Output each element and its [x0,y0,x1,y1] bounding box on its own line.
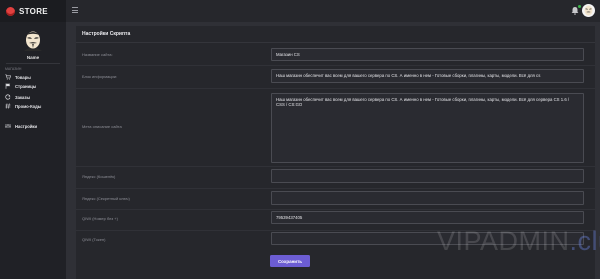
watermark-text: VIPADMIN [437,226,570,256]
watermark-domain: .club [569,226,600,256]
sidebar-item-label: Страницы [15,83,37,89]
top-user-avatar[interactable] [582,4,595,17]
field-label: Блок информации: [82,74,118,79]
notification-badge [578,5,581,8]
sidebar-section-label: МАГАЗИН [5,67,22,71]
sidebar-item-pages[interactable]: Страницы [5,82,36,90]
yandex-wallet-input[interactable] [271,169,584,183]
brand-name: STORE [19,6,48,16]
field-label: Яндекс (Кошелёк) [82,174,116,179]
site-name-input[interactable]: Магазин CS [271,48,584,61]
tag-icon [5,103,11,109]
save-button[interactable]: Сохранить [270,255,310,267]
sidebar-item-label: Настройки [15,123,38,129]
brand[interactable]: STORE [0,0,66,22]
sidebar-item-promo-codes[interactable]: Промо-Коды [5,102,41,110]
sidebar-item-settings[interactable]: Настройки [5,122,37,130]
settings-icon [5,123,11,129]
user-name: Name [26,55,40,60]
hamburger-icon[interactable] [72,7,78,13]
form-row-yandex-wallet: Яндекс (Кошелёк) [76,167,595,189]
sidebar-divider [6,63,60,64]
field-label: Мета описание сайта [82,124,122,129]
sidebar: STORE Name МАГАЗИН Товары Страницы Заказ… [0,0,66,279]
cart-icon [5,74,11,80]
field-label: Название сайта: [82,52,113,57]
sidebar-item-label: Заказы [15,94,31,100]
refresh-icon [5,94,11,100]
user-avatar[interactable] [22,30,44,52]
yandex-secret-key-input[interactable] [271,191,584,205]
sidebar-item-products[interactable]: Товары [5,73,31,81]
field-label: QIWI (Номер без +) [82,216,118,221]
form-row-yandex-secret: Яндекс (Секретный ключ) [76,189,595,210]
topbar [66,0,600,22]
sidebar-item-label: Промо-Коды [15,103,42,109]
meta-description-textarea[interactable]: Наш магазин обеспечит вас всем для вашег… [271,93,584,163]
form-row-site-name: Название сайта: Магазин CS [76,43,595,66]
flag-icon [5,83,11,89]
panel-title: Настройки Скрипта [82,31,131,37]
sidebar-item-label: Товары [15,74,31,80]
field-label: Яндекс (Секретный ключ) [82,196,130,201]
field-label: QIWI (Токен) [82,237,106,242]
form-row-meta-description: Мета описание сайта Наш магазин обеспечи… [76,89,595,167]
info-block-input[interactable]: Наш магазин обеспечит вас всем для вашег… [271,69,584,83]
form-row-info-block: Блок информации: Наш магазин обеспечит в… [76,66,595,89]
brand-logo-icon [6,6,15,16]
qiwi-number-input[interactable]: 79539437405 [271,211,584,224]
sidebar-item-orders[interactable]: Заказы [5,93,30,101]
watermark: VIPADMIN.club [437,226,600,257]
